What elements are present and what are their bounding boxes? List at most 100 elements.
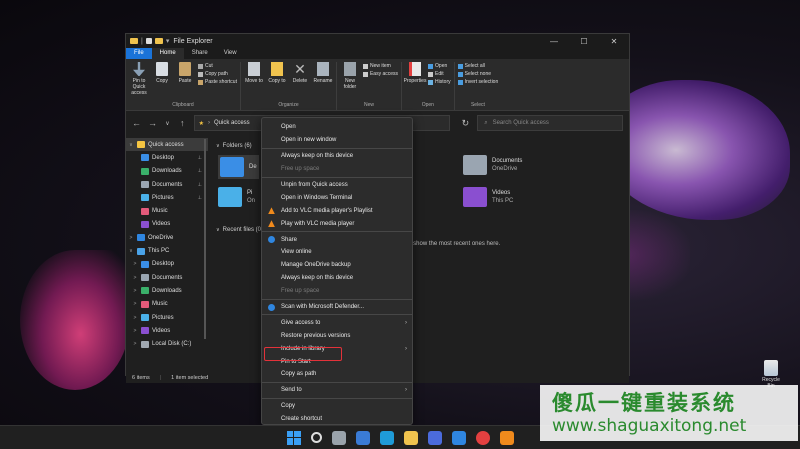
tab-file[interactable]: File <box>126 48 152 59</box>
folder-tile-documents[interactable]: Documents OneDrive <box>463 155 522 175</box>
up-arrow-icon[interactable]: ↑ <box>179 118 186 128</box>
sidebar-item-this-pc[interactable]: ∨ This PC <box>126 244 208 257</box>
delete-button[interactable]: ✕ Delete <box>290 62 310 102</box>
refresh-icon[interactable]: ↻ <box>462 118 470 129</box>
chevron-right-icon[interactable]: > <box>132 288 138 294</box>
sidebar-item-videos[interactable]: > Videos <box>126 324 208 337</box>
recent-locations-icon[interactable]: ∨ <box>164 120 171 127</box>
sidebar-item-downloads[interactable]: Downloads ⊥ <box>126 165 208 178</box>
app-icon[interactable] <box>499 430 514 445</box>
maximize-button[interactable]: ☐ <box>569 37 599 46</box>
easy-access-button[interactable]: Easy access <box>362 71 398 77</box>
menu-item-open[interactable]: Open <box>262 121 412 134</box>
folder-tile-videos[interactable]: Videos This PC <box>463 187 513 207</box>
chevron-right-icon[interactable]: > <box>132 315 138 321</box>
minimize-button[interactable]: — <box>539 37 569 46</box>
chevron-right-icon[interactable]: > <box>132 261 138 267</box>
sidebar-item-desktop[interactable]: Desktop ⊥ <box>126 151 208 164</box>
chevron-right-icon[interactable]: > <box>128 235 134 241</box>
taskview-icon[interactable] <box>331 430 346 445</box>
search-box[interactable]: ⌕ Search Quick access <box>477 115 623 131</box>
sidebar-item-documents[interactable]: Documents ⊥ <box>126 178 208 191</box>
sidebar-item-quick-access[interactable]: ∨ Quick access <box>126 138 208 152</box>
chevron-down-icon[interactable]: ∨ <box>128 142 134 148</box>
menu-item-share[interactable]: Share <box>262 233 412 246</box>
paste-button[interactable]: Paste <box>175 62 195 102</box>
sidebar-item-local-disk-c[interactable]: > Local Disk (C:) <box>126 337 208 350</box>
new-folder-button[interactable]: New folder <box>340 62 360 102</box>
menu-item-send-to[interactable]: Send to › <box>262 384 412 397</box>
copy-path-button[interactable]: Copy path <box>198 71 237 77</box>
menu-item-always-keep-on-this-device[interactable]: Always keep on this device <box>262 272 412 285</box>
explorer-icon[interactable] <box>403 430 418 445</box>
chevron-right-icon[interactable]: > <box>132 341 138 347</box>
sidebar-item-pictures[interactable]: > Pictures <box>126 311 208 324</box>
chevron-down-icon[interactable]: ▾ <box>166 37 170 45</box>
start-icon[interactable] <box>286 430 301 445</box>
folder-tile-desktop[interactable]: De <box>218 155 259 179</box>
menu-item-open-in-windows-terminal[interactable]: Open in Windows Terminal <box>262 191 412 204</box>
history-button[interactable]: History <box>428 79 451 85</box>
store-icon[interactable] <box>427 430 442 445</box>
menu-item-unpin-from-quick-access[interactable]: Unpin from Quick access <box>262 179 412 192</box>
new-item-button[interactable]: New item <box>362 63 398 69</box>
forward-arrow-icon[interactable]: → <box>148 118 157 128</box>
select-all-button[interactable]: Select all <box>457 63 499 69</box>
widgets-icon[interactable] <box>355 430 370 445</box>
open-button[interactable]: Open <box>428 63 451 69</box>
paste-shortcut-button[interactable]: Paste shortcut <box>198 79 237 85</box>
rename-button[interactable]: Rename <box>313 62 333 102</box>
chevron-right-icon[interactable]: > <box>132 328 138 334</box>
menu-item-view-online[interactable]: View online <box>262 246 412 259</box>
menu-item-play-with-vlc-media-player[interactable]: Play with VLC media player <box>262 217 412 230</box>
folder-tile-pictures[interactable]: Pi On <box>218 187 255 207</box>
properties-icon[interactable] <box>145 38 152 44</box>
menu-item-always-keep-on-this-device[interactable]: Always keep on this device <box>262 150 412 163</box>
chevron-right-icon[interactable]: > <box>132 275 138 281</box>
menu-item-copy[interactable]: Copy <box>262 400 412 413</box>
back-arrow-icon[interactable]: ← <box>132 118 141 128</box>
invert-selection-button[interactable]: Invert selection <box>457 79 498 85</box>
sidebar-item-label: Music <box>152 301 168 308</box>
menu-item-scan-with-microsoft-defender[interactable]: Scan with Microsoft Defender... <box>262 301 412 314</box>
tab-share[interactable]: Share <box>184 48 216 59</box>
chevron-down-icon[interactable]: ∨ <box>128 248 134 254</box>
search-icon[interactable] <box>310 432 322 443</box>
menu-item-manage-onedrive-backup[interactable]: Manage OneDrive backup <box>262 259 412 272</box>
sidebar-item-documents[interactable]: > Documents <box>126 271 208 284</box>
sidebar-item-pictures[interactable]: Pictures ⊥ <box>126 191 208 204</box>
menu-item-add-to-vlc-media-player-s-playlist[interactable]: Add to VLC media player's Playlist <box>262 204 412 217</box>
sidebar-item-music[interactable]: Music <box>126 204 208 217</box>
tab-home[interactable]: Home <box>151 48 184 59</box>
chrome-icon[interactable] <box>475 430 490 445</box>
edit-button[interactable]: Edit <box>428 71 451 77</box>
menu-item-create-shortcut[interactable]: Create shortcut <box>262 413 412 426</box>
properties-button[interactable]: Properties <box>404 62 426 102</box>
copy-button[interactable]: Copy <box>152 62 172 102</box>
chevron-right-icon[interactable]: > <box>132 301 138 307</box>
sidebar-item-desktop[interactable]: > Desktop <box>126 258 208 271</box>
sidebar-item-label: Documents <box>152 274 183 281</box>
sidebar-item-downloads[interactable]: > Downloads <box>126 284 208 297</box>
pc-icon <box>137 247 145 255</box>
recent-files-section-header[interactable]: ∨ Recent files (0) <box>216 225 263 235</box>
mail-icon[interactable] <box>451 430 466 445</box>
sidebar-item-onedrive[interactable]: > OneDrive <box>126 231 208 244</box>
move-to-button[interactable]: Move to <box>244 62 264 102</box>
sidebar-item-music[interactable]: > Music <box>126 298 208 311</box>
copy-to-button[interactable]: Copy to <box>267 62 287 102</box>
menu-item-restore-previous-versions[interactable]: Restore previous versions <box>262 329 412 342</box>
pin-quick-access-button[interactable]: Pin to Quick access <box>129 62 149 102</box>
menu-item-give-access-to[interactable]: Give access to › <box>262 316 412 329</box>
new-folder-icon[interactable] <box>154 38 163 44</box>
select-none-button[interactable]: Select none <box>457 71 499 77</box>
close-button[interactable]: ✕ <box>599 37 629 46</box>
tab-view[interactable]: View <box>216 48 245 59</box>
sidebar-item-videos[interactable]: Videos <box>126 218 208 231</box>
menu-item-open-in-new-window[interactable]: Open in new window <box>262 134 412 147</box>
cut-button[interactable]: Cut <box>198 63 237 69</box>
menu-item-copy-as-path[interactable]: Copy as path <box>262 368 412 381</box>
edge-icon[interactable] <box>379 430 394 445</box>
documents-icon <box>141 181 149 189</box>
sidebar-scrollbar[interactable] <box>204 139 206 339</box>
